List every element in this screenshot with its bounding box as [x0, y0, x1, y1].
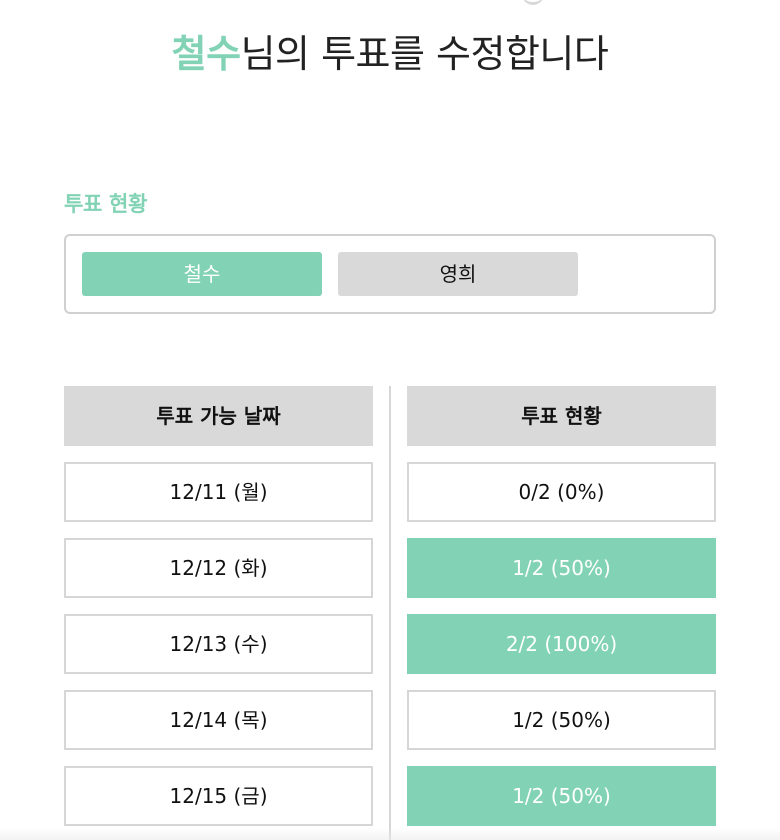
date-cell[interactable]: 12/13 (수): [64, 614, 373, 674]
date-cell[interactable]: 12/14 (목): [64, 690, 373, 750]
status-cell: 1/2 (50%): [407, 766, 716, 826]
page-title: 철수님의 투표를 수정합니다: [0, 30, 780, 78]
date-column-header: 투표 가능 날짜: [64, 386, 373, 446]
voter-chip-younghee[interactable]: 영희: [338, 252, 578, 296]
date-cell[interactable]: 12/12 (화): [64, 538, 373, 598]
vote-status-label: 투표 현황: [64, 192, 148, 216]
bottom-scroll-fade: [0, 828, 780, 840]
page-title-user-name: 철수: [171, 32, 241, 76]
voter-chip-cheolsu[interactable]: 철수: [82, 252, 322, 296]
voter-panel: 철수 영희: [64, 234, 716, 314]
column-divider: [389, 386, 391, 840]
status-cell: 1/2 (50%): [407, 690, 716, 750]
date-cell[interactable]: 12/15 (금): [64, 766, 373, 826]
status-cell: 1/2 (50%): [407, 538, 716, 598]
date-cell[interactable]: 12/11 (월): [64, 462, 373, 522]
status-column-header: 투표 현황: [407, 386, 716, 446]
status-cell: 0/2 (0%): [407, 462, 716, 522]
status-cell: 2/2 (100%): [407, 614, 716, 674]
cut-off-top-element: [522, 0, 544, 5]
app-root: 철수님의 투표를 수정합니다 투표 현황 철수 영희 투표 가능 날짜 투표 현…: [0, 0, 780, 840]
page-title-text: 님의 투표를 수정합니다: [240, 32, 609, 76]
